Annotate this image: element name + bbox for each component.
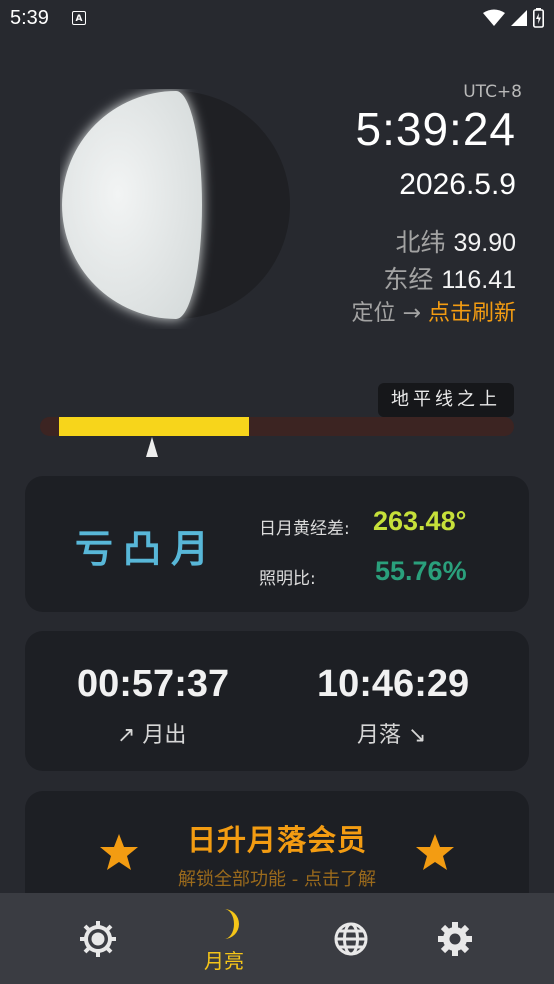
- latitude-value: 39.90: [453, 229, 516, 257]
- nav-settings[interactable]: [415, 893, 495, 984]
- globe-icon: [334, 922, 368, 956]
- nav-sun[interactable]: [58, 893, 138, 984]
- longitude-row: 东经 116.41: [383, 260, 516, 296]
- moonrise-label: ↗ 月出: [117, 723, 187, 748]
- moonset-label: 月落 ↘: [357, 723, 427, 748]
- phase-card[interactable]: 亏凸月 日月黄经差: 263.48° 照明比: 55.76%: [25, 476, 529, 612]
- status-bar: 5:39 A: [0, 0, 554, 38]
- moon-phase-icon: [62, 91, 290, 319]
- locate-label: 定位 →: [351, 301, 421, 326]
- horizon-track: [40, 417, 514, 436]
- star-icon: [416, 834, 454, 870]
- rise-set-card[interactable]: 00:57:37 ↗ 月出 10:46:29 月落 ↘: [25, 631, 529, 771]
- latitude-label: 北纬: [395, 228, 446, 257]
- nav-moon-label: 月亮: [204, 949, 244, 973]
- system-icons: [483, 8, 544, 28]
- bottom-navigation: 月亮: [0, 893, 554, 984]
- nav-globe[interactable]: [311, 893, 391, 984]
- moonrise-time: 00:57:37: [77, 663, 230, 705]
- moon-icon: [224, 909, 239, 939]
- signal-icon: [511, 10, 527, 26]
- wifi-icon: [483, 9, 505, 26]
- nav-moon[interactable]: 月亮: [184, 893, 264, 984]
- phase-name: 亏凸月: [75, 527, 220, 571]
- horizon-fill: [59, 417, 249, 436]
- current-position-marker: [146, 437, 158, 457]
- timezone-label: UTC+8: [463, 82, 522, 102]
- battery-icon: [533, 8, 544, 28]
- elongation-label: 日月黄经差:: [259, 519, 350, 539]
- illumination-label: 照明比:: [259, 569, 316, 589]
- location-row: 定位 → 点击刷新: [352, 295, 516, 327]
- current-time: 5:39:24: [355, 103, 516, 155]
- a-notification-icon: A: [72, 11, 86, 25]
- refresh-location-link[interactable]: 点击刷新: [428, 301, 516, 326]
- illumination-value: 55.76%: [375, 556, 467, 586]
- moon-phase-illustration: [60, 89, 300, 333]
- status-time: 5:39: [10, 7, 49, 29]
- latitude-row: 北纬 39.90: [395, 223, 516, 259]
- current-date: 2026.5.9: [399, 168, 516, 201]
- longitude-value: 116.41: [441, 266, 516, 294]
- elongation-value: 263.48°: [373, 506, 467, 536]
- gear-icon: [438, 922, 472, 956]
- moonset-time: 10:46:29: [317, 663, 470, 705]
- longitude-label: 东经: [383, 265, 434, 294]
- horizon-status-badge: 地平线之上: [378, 383, 514, 417]
- sun-icon: [80, 921, 116, 957]
